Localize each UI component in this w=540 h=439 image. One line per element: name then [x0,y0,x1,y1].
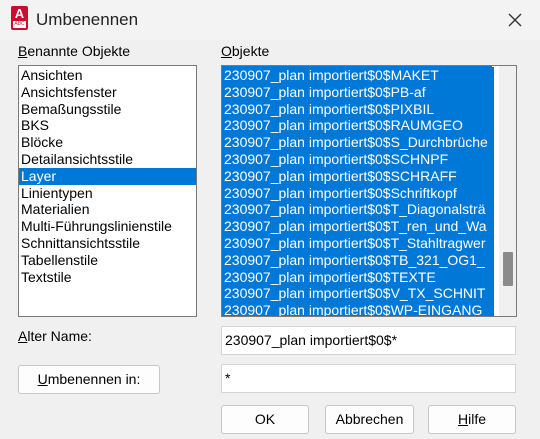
object-item[interactable]: 230907_plan importiert$0$PB-af [222,83,494,101]
title-bar: A ABC Umbenennen [0,0,540,40]
old-name-field: 230907_plan importiert$0$* [221,326,516,355]
object-item[interactable]: 230907_plan importiert$0$SCHNPF [222,150,494,168]
named-object-item[interactable]: Blöcke [19,134,196,151]
objects-scrollbar[interactable] [499,66,516,316]
named-object-item[interactable]: Schnittansichtsstile [19,235,196,252]
named-object-item[interactable]: BKS [19,117,196,134]
scrollbar-thumb[interactable] [503,252,513,286]
object-item[interactable]: 230907_plan importiert$0$WP-EINGANG [222,302,494,316]
named-object-item[interactable]: Ansichtsfenster [19,84,196,101]
rename-to-button[interactable]: Umbenennen in: [18,365,160,394]
cancel-button[interactable]: Abbrechen [325,405,414,434]
old-name-label: Alter Name: [18,328,92,344]
object-item[interactable]: 230907_plan importiert$0$TEXTE [222,268,494,286]
named-object-item[interactable]: Materialien [19,201,196,218]
help-button[interactable]: Hilfe [428,405,516,434]
object-item[interactable]: 230907_plan importiert$0$Schriftkopf [222,184,494,202]
object-item[interactable]: 230907_plan importiert$0$V_TX_SCHNIT [222,285,494,303]
named-objects-list[interactable]: Ansichten Ansichtsfenster Bemaßungsstile BK… [18,65,197,317]
close-icon[interactable] [501,6,529,34]
named-object-item[interactable]: Textstile [19,269,196,286]
named-objects-label: Benannte Objekte [18,43,131,59]
object-item[interactable]: 230907_plan importiert$0$T_Diagonalsträ [222,201,494,219]
object-item[interactable]: 230907_plan importiert$0$RAUMGEO [222,117,494,135]
object-item[interactable]: 230907_plan importiert$0$PIXBIL [222,100,494,118]
object-item[interactable]: 230907_plan importiert$0$T_ren_und_Wa [222,218,494,235]
object-item[interactable]: 230907_plan importiert$0$T_Stahltragwer [222,234,494,252]
object-item[interactable]: 230907_plan importiert$0$S_Durchbrüche [222,134,494,151]
object-item[interactable]: 230907_plan importiert$0$MAKET [222,67,494,84]
named-object-item[interactable]: Multi-Führungslinienstile [19,218,196,235]
objects-label: Objekte [221,43,270,59]
ok-button[interactable]: OK [221,405,309,434]
window-title: Umbenennen [36,10,139,29]
named-object-item[interactable]: Tabellenstile [19,252,196,269]
objects-list[interactable]: 230907_plan importiert$0$MAKET 230907_pla… [221,65,517,317]
named-object-item[interactable]: Linientypen [19,185,196,202]
autocad-icon: A ABC [11,6,28,30]
object-item[interactable]: 230907_plan importiert$0$TB_321_OG1_ [222,251,494,269]
rename-to-input[interactable]: * [221,364,516,393]
named-object-item[interactable]: Layer [19,167,196,185]
object-item[interactable]: 230907_plan importiert$0$SCHRAFF [222,167,494,185]
named-object-item[interactable]: Bemaßungsstile [19,101,196,118]
named-object-item[interactable]: Ansichten [19,67,196,84]
named-object-item[interactable]: Detailansichtsstile [19,151,196,168]
